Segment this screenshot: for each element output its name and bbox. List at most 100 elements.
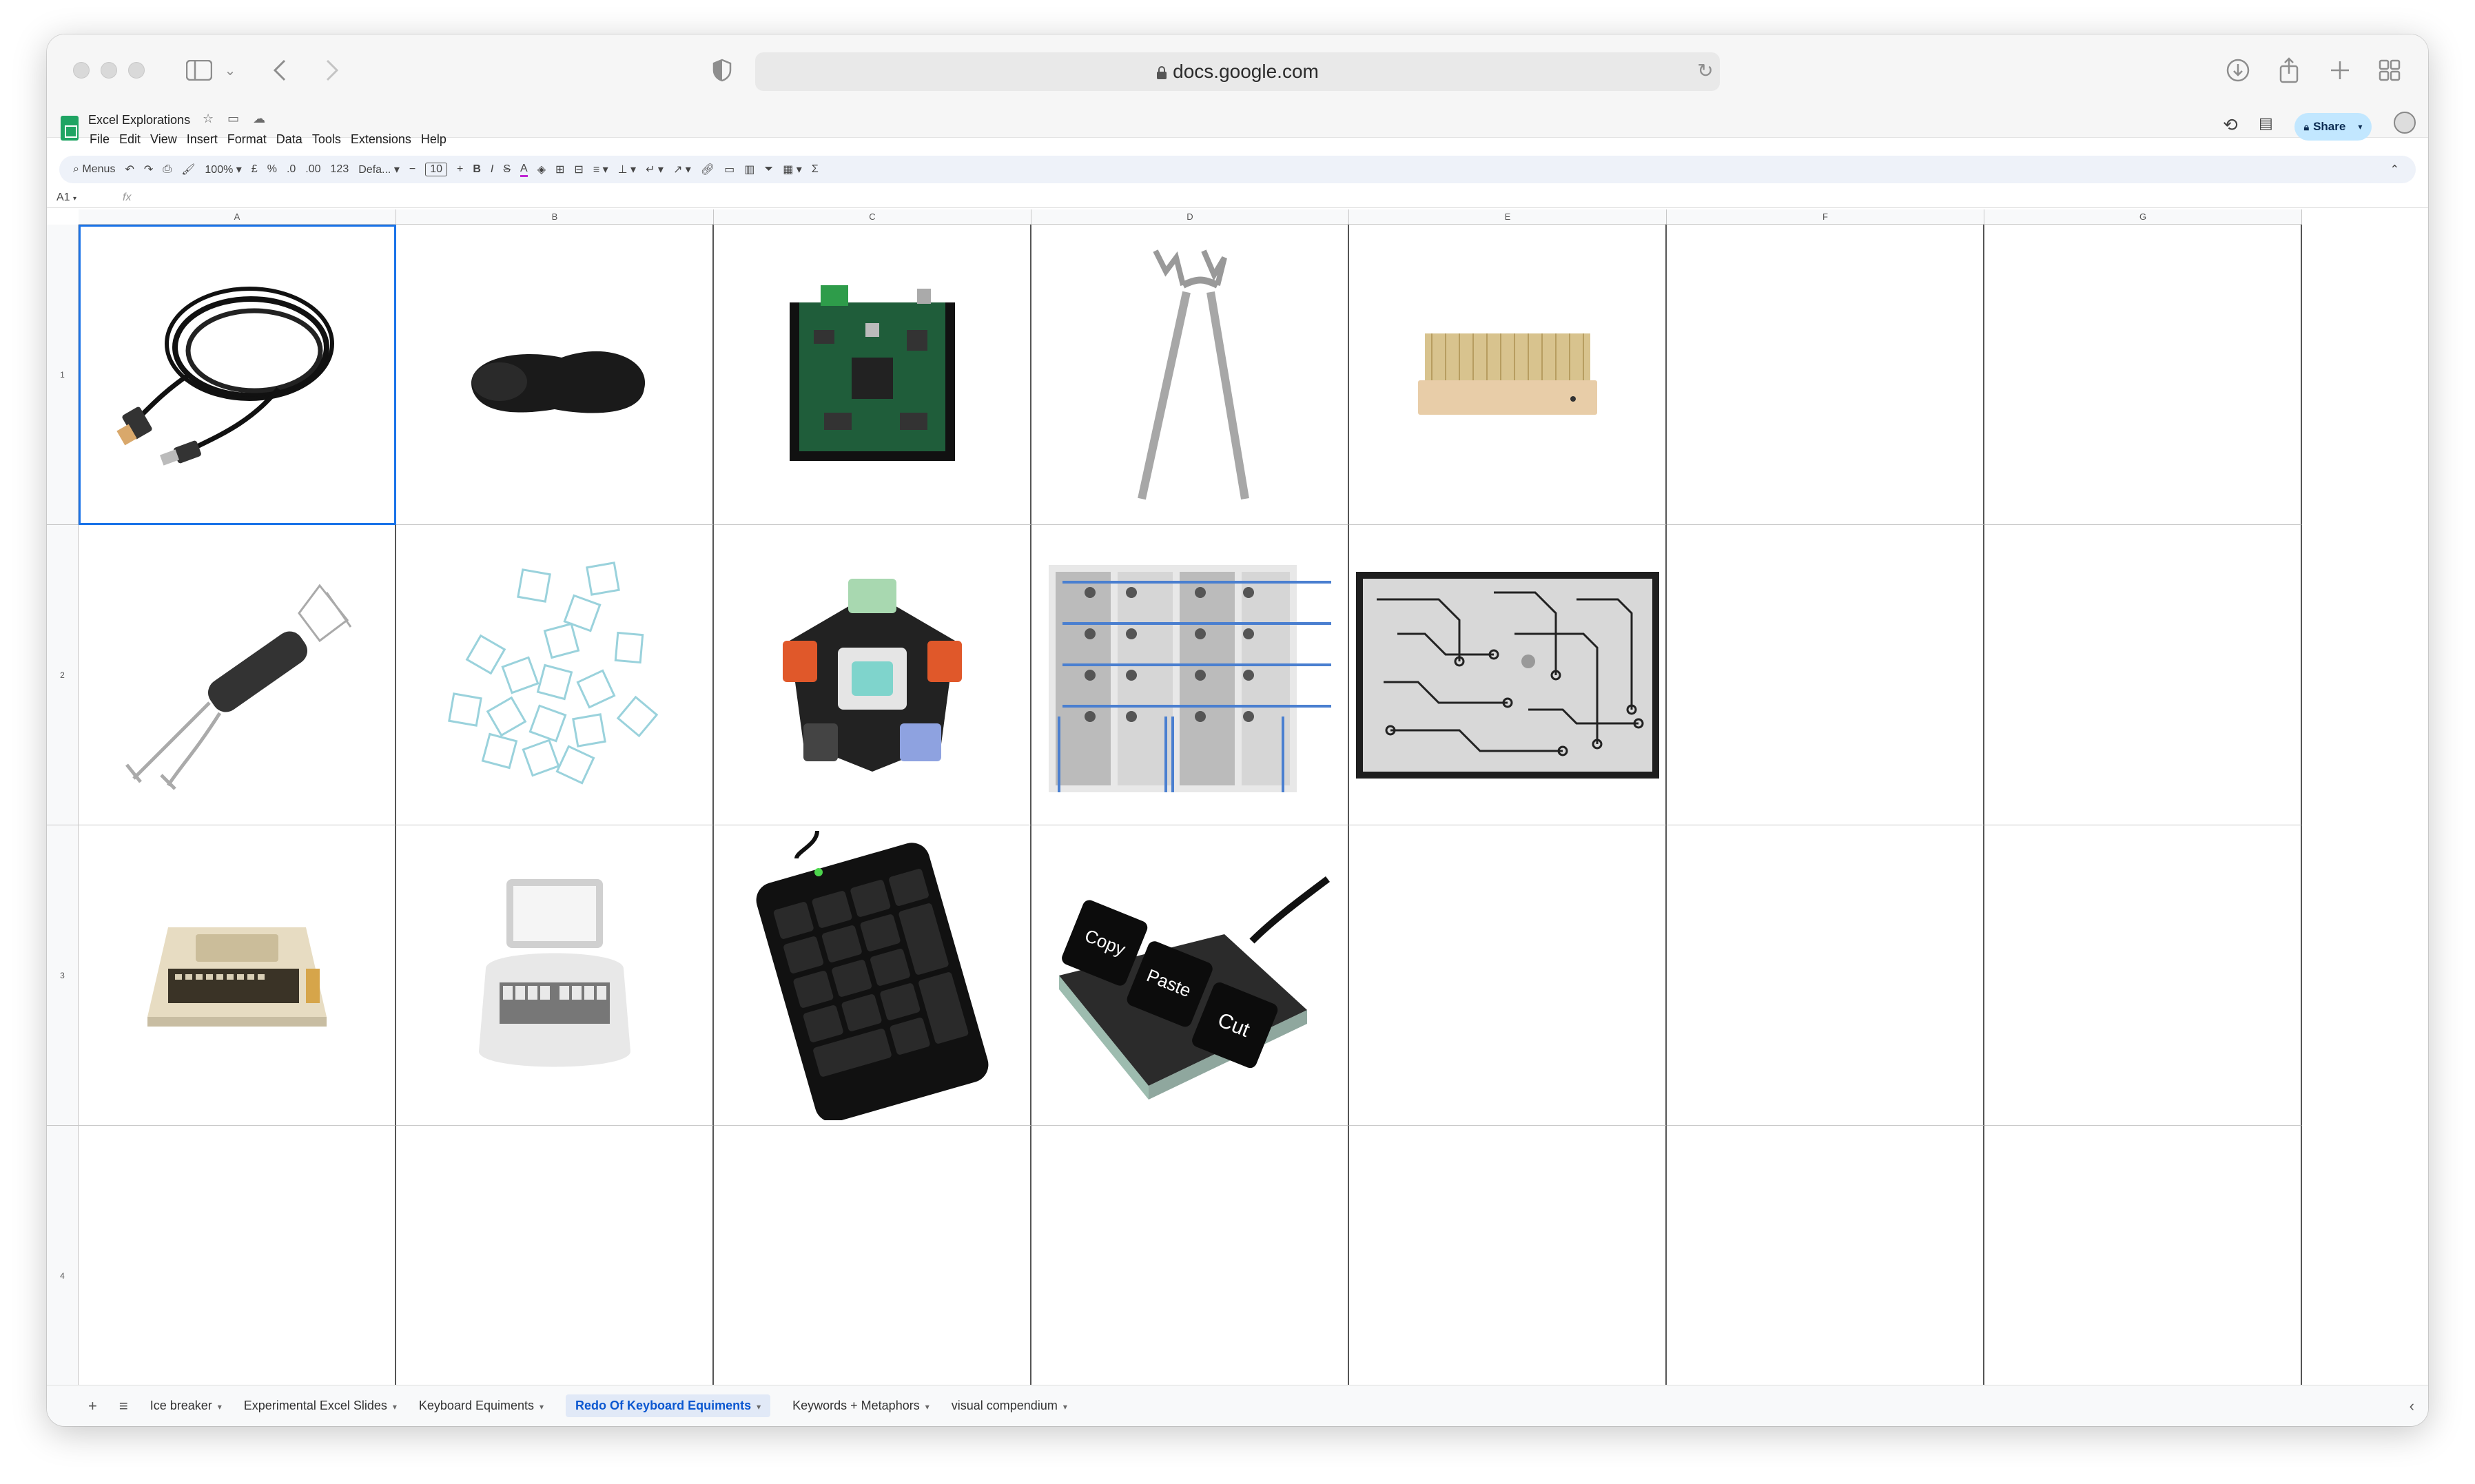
text-wrap-icon[interactable]: ↵ ▾ — [646, 163, 664, 176]
document-title[interactable]: Excel Explorations — [88, 113, 190, 127]
all-sheets-icon[interactable]: ≡ — [119, 1397, 128, 1415]
version-history-icon[interactable]: ⟲ — [2223, 114, 2238, 136]
insert-chart-icon[interactable]: ▥ — [744, 163, 754, 176]
column-header[interactable]: E — [1349, 209, 1667, 225]
decrease-decimal-button[interactable]: .0 — [287, 163, 296, 176]
cell-d4[interactable] — [1031, 1126, 1349, 1426]
menu-edit[interactable]: Edit — [119, 132, 141, 147]
cell-f4[interactable] — [1667, 1126, 1984, 1426]
font-select[interactable]: Defa... ▾ — [358, 163, 400, 176]
menu-help[interactable]: Help — [421, 132, 446, 147]
sheets-logo[interactable] — [61, 116, 79, 141]
tab-experimental-excel-slides[interactable]: Experimental Excel Slides ▾ — [244, 1399, 397, 1413]
filter-icon[interactable]: ⏷ — [764, 163, 773, 176]
redo-icon[interactable]: ↷ — [144, 163, 153, 176]
cell-g2[interactable] — [1984, 525, 2302, 825]
number-format-button[interactable]: 123 — [331, 163, 349, 176]
italic-button[interactable]: I — [491, 163, 493, 176]
increase-font-size-button[interactable]: + — [457, 163, 463, 176]
cell-d2[interactable] — [1031, 525, 1349, 825]
cell-b1[interactable] — [396, 225, 714, 525]
cell-d1[interactable] — [1031, 225, 1349, 525]
cell-c1[interactable] — [714, 225, 1031, 525]
column-header[interactable]: G — [1984, 209, 2302, 225]
cell-g1[interactable] — [1984, 225, 2302, 525]
reload-icon[interactable]: ↻ — [1695, 50, 1716, 91]
download-icon[interactable] — [2223, 50, 2253, 91]
move-folder-icon[interactable]: ▭ — [227, 112, 239, 126]
address-bar[interactable]: docs.google.com — [755, 52, 1720, 91]
font-size-input[interactable]: 10 — [425, 163, 447, 176]
menu-format[interactable]: Format — [227, 132, 267, 147]
tab-ice-breaker[interactable]: Ice breaker ▾ — [150, 1399, 222, 1413]
cell-b2[interactable] — [396, 525, 714, 825]
currency-format-button[interactable]: £ — [251, 163, 258, 176]
cell-e2[interactable] — [1349, 525, 1667, 825]
row-header[interactable]: 4 — [47, 1126, 79, 1426]
menu-file[interactable]: File — [90, 132, 110, 147]
scroll-tabs-left-icon[interactable]: ‹ — [2410, 1397, 2414, 1415]
menu-view[interactable]: View — [150, 132, 177, 147]
cell-c4[interactable] — [714, 1126, 1031, 1426]
cell-e3[interactable] — [1349, 825, 1667, 1126]
column-header[interactable]: C — [714, 209, 1031, 225]
row-header[interactable]: 2 — [47, 525, 79, 825]
cell-f2[interactable] — [1667, 525, 1984, 825]
column-header[interactable]: F — [1667, 209, 1984, 225]
column-header[interactable]: A — [79, 209, 396, 225]
forward-arrow-icon[interactable] — [318, 50, 346, 91]
cell-e4[interactable] — [1349, 1126, 1667, 1426]
increase-decimal-button[interactable]: .00 — [305, 163, 320, 176]
cloud-status-icon[interactable]: ☁ — [253, 112, 265, 126]
align-horizontal-icon[interactable]: ≡ ▾ — [593, 163, 608, 176]
name-box[interactable]: A1 ▾ — [47, 192, 109, 204]
chevron-down-icon[interactable]: ▾ — [2358, 122, 2362, 132]
fill-color-icon[interactable]: ◈ — [537, 163, 546, 176]
zoom-window-button[interactable] — [128, 62, 145, 79]
percent-format-button[interactable]: % — [267, 163, 277, 176]
row-header[interactable]: 3 — [47, 825, 79, 1126]
cell-b3[interactable] — [396, 825, 714, 1126]
insert-link-icon[interactable]: 🔗︎ — [701, 163, 715, 176]
cell-a4[interactable] — [79, 1126, 396, 1426]
cell-a3[interactable] — [79, 825, 396, 1126]
tab-redo-of-keyboard-equiments[interactable]: Redo Of Keyboard Equiments ▾ — [566, 1394, 771, 1417]
cell-f3[interactable] — [1667, 825, 1984, 1126]
insert-comment-icon[interactable]: ▭ — [724, 163, 735, 176]
menu-data[interactable]: Data — [276, 132, 302, 147]
share-button[interactable]: 🔒︎ Share ▾ — [2294, 113, 2372, 141]
sidebar-icon[interactable] — [182, 50, 216, 91]
text-color-button[interactable]: A — [520, 163, 528, 177]
decrease-font-size-button[interactable]: − — [409, 163, 415, 176]
tab-keywords-metaphors[interactable]: Keywords + Metaphors ▾ — [792, 1399, 930, 1413]
menu-insert[interactable]: Insert — [187, 132, 218, 147]
print-icon[interactable]: ⎙ — [163, 163, 172, 176]
chevron-down-icon[interactable]: ⌄ — [223, 50, 237, 91]
tab-visual-compendium[interactable]: visual compendium ▾ — [952, 1399, 1067, 1413]
row-header[interactable]: 1 — [47, 225, 79, 525]
column-header[interactable]: B — [396, 209, 714, 225]
privacy-shield-icon[interactable] — [708, 50, 736, 91]
collapse-toolbar-icon[interactable]: ⌃ — [2390, 163, 2399, 176]
cell-a1[interactable] — [79, 225, 396, 525]
undo-icon[interactable]: ↶ — [125, 163, 134, 176]
filter-views-icon[interactable]: ▦ ▾ — [783, 163, 802, 176]
align-vertical-icon[interactable]: ⊥ ▾ — [618, 163, 636, 176]
cell-f1[interactable] — [1667, 225, 1984, 525]
merge-cells-icon[interactable]: ⊟ — [574, 163, 583, 176]
tab-overview-icon[interactable] — [2374, 50, 2405, 91]
zoom-select[interactable]: 100% ▾ — [205, 163, 241, 176]
minimize-window-button[interactable] — [101, 62, 117, 79]
functions-button[interactable]: Σ — [812, 163, 819, 176]
column-header[interactable]: D — [1031, 209, 1349, 225]
comments-icon[interactable]: ▤ — [2259, 114, 2273, 132]
borders-icon[interactable]: ⊞ — [555, 163, 564, 176]
close-window-button[interactable] — [73, 62, 90, 79]
new-tab-icon[interactable] — [2325, 50, 2355, 91]
star-icon[interactable]: ☆ — [203, 112, 214, 126]
avatar[interactable] — [2394, 112, 2416, 134]
cell-g3[interactable] — [1984, 825, 2302, 1126]
share-page-icon[interactable] — [2274, 50, 2304, 91]
back-arrow-icon[interactable] — [266, 50, 294, 91]
paint-format-icon[interactable]: 🖌︎ — [181, 163, 195, 176]
